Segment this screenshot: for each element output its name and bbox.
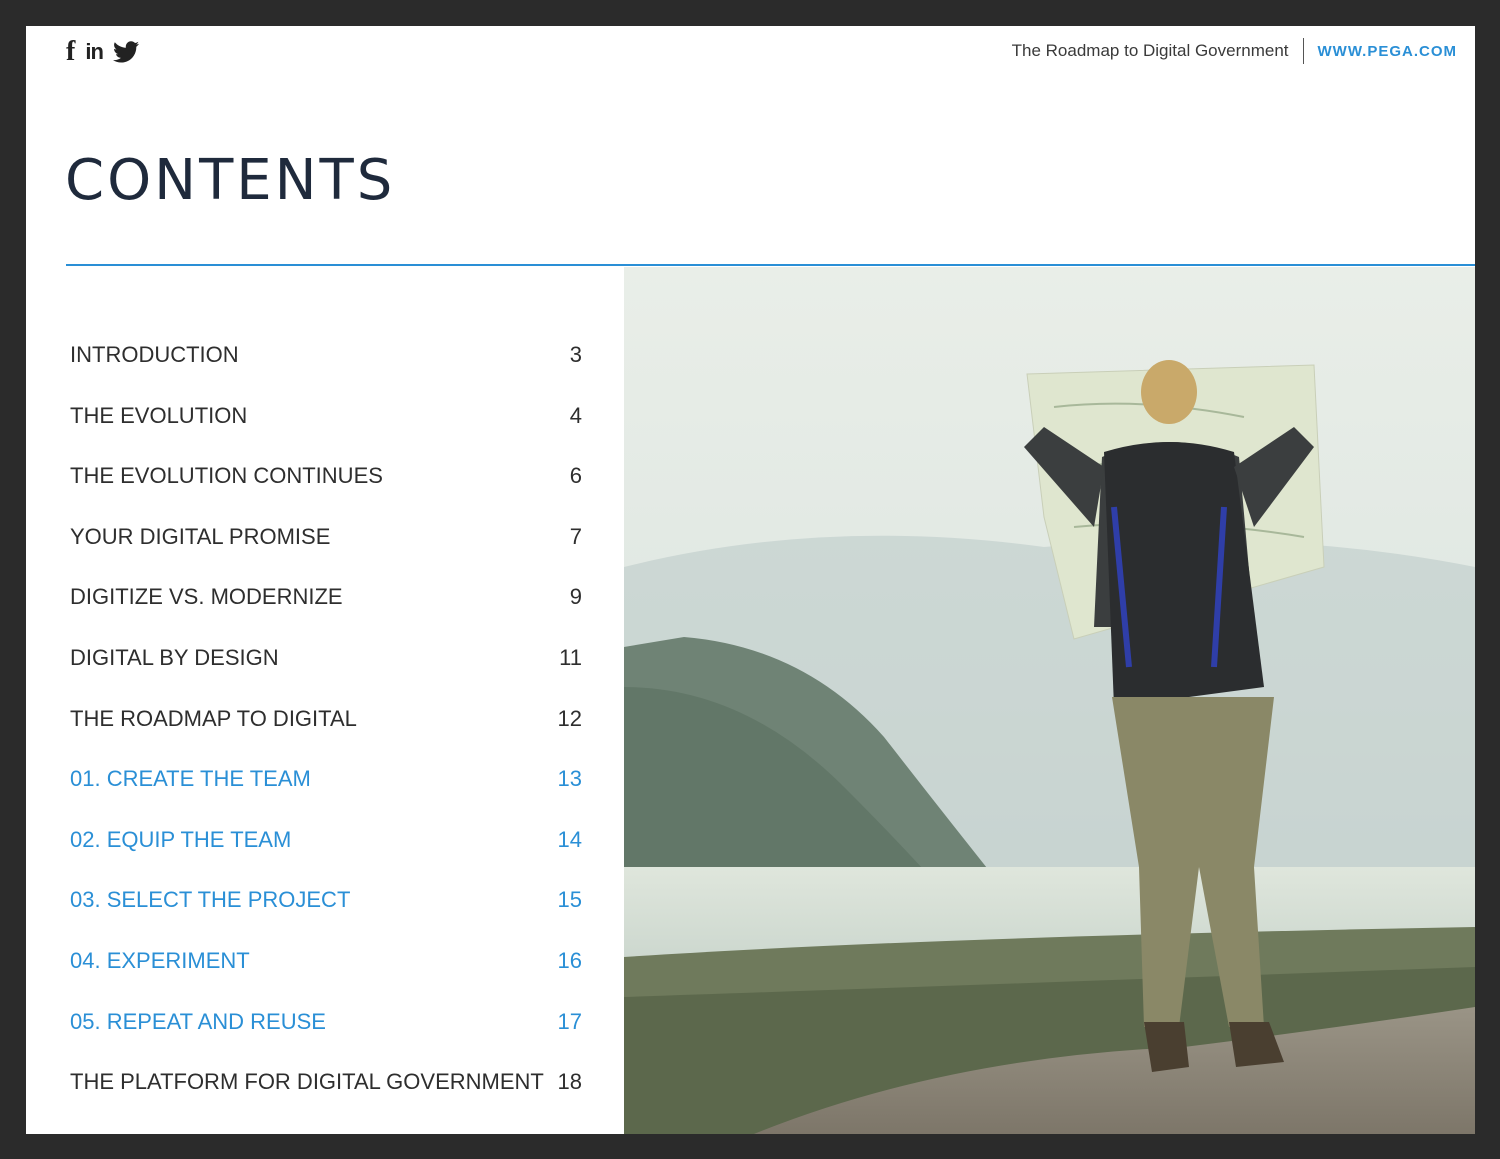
toc-item-page: 14: [557, 826, 582, 852]
toc-item[interactable]: THE PLATFORM FOR DIGITAL GOVERNMENT 18: [70, 1069, 582, 1130]
toc-item[interactable]: 03. SELECT THE PROJECT 15: [70, 887, 582, 948]
toc-item-label: INTRODUCTION: [70, 342, 239, 367]
toc-item-page: 12: [557, 705, 582, 731]
toc-item-page: 3: [569, 342, 582, 367]
toc-item-label: DIGITAL BY DESIGN: [70, 644, 279, 670]
social-links: f in: [66, 38, 139, 66]
toc-item-label: THE PLATFORM FOR DIGITAL GOVERNMENT: [70, 1069, 544, 1095]
facebook-icon[interactable]: f: [66, 38, 75, 66]
toc-item-label: 03. SELECT THE PROJECT: [70, 887, 351, 913]
toc-item[interactable]: INTRODUCTION 3: [70, 342, 582, 403]
toc-item-page: 9: [569, 584, 582, 610]
header-right: The Roadmap to Digital Government WWW.PE…: [1012, 38, 1457, 64]
toc-item-page: 18: [557, 1069, 582, 1095]
toc-item-label: 01. CREATE THE TEAM: [70, 766, 311, 792]
document-page: f in The Roadmap to Digital Government W…: [26, 26, 1475, 1134]
toc-item-label: 05. REPEAT AND REUSE: [70, 1008, 326, 1034]
toc-item[interactable]: THE EVOLUTION CONTINUES 6: [70, 463, 582, 524]
linkedin-icon[interactable]: in: [85, 38, 104, 66]
toc-item[interactable]: DIGITIZE VS. MODERNIZE 9: [70, 584, 582, 645]
toc-item-page: 15: [557, 887, 582, 913]
toc-item-label: 04. EXPERIMENT: [70, 947, 250, 973]
toc-item[interactable]: THE EVOLUTION 4: [70, 403, 582, 464]
toc-item-label: THE ROADMAP TO DIGITAL: [70, 705, 357, 731]
toc-item-label: DIGITIZE VS. MODERNIZE: [70, 584, 343, 610]
toc-item-page: 4: [569, 402, 582, 428]
toc-item-page: 13: [557, 766, 582, 792]
hiker-with-map-photo: [624, 267, 1475, 1134]
toc-item-page: 17: [557, 1008, 582, 1034]
document-title: The Roadmap to Digital Government: [1012, 38, 1304, 64]
toc-item-label: THE EVOLUTION: [70, 402, 248, 428]
toc-item[interactable]: YOUR DIGITAL PROMISE 7: [70, 524, 582, 585]
divider-rule: [66, 264, 1475, 266]
toc-item[interactable]: 04. EXPERIMENT 16: [70, 948, 582, 1009]
toc-item[interactable]: 05. REPEAT AND REUSE 17: [70, 1009, 582, 1070]
twitter-icon[interactable]: [112, 41, 139, 63]
toc-item[interactable]: 02. EQUIP THE TEAM 14: [70, 827, 582, 888]
toc-item-page: 11: [559, 644, 582, 670]
toc-item-page: 6: [569, 463, 582, 489]
toc-item-label: 02. EQUIP THE TEAM: [70, 826, 292, 852]
toc-item-label: THE EVOLUTION CONTINUES: [70, 463, 383, 489]
toc-item-label: YOUR DIGITAL PROMISE: [70, 523, 331, 549]
toc-item-page: 16: [557, 947, 582, 973]
website-link[interactable]: WWW.PEGA.COM: [1304, 43, 1458, 60]
toc-item[interactable]: THE ROADMAP TO DIGITAL 12: [70, 706, 582, 767]
table-of-contents: INTRODUCTION 3 THE EVOLUTION 4 THE EVOLUTION…: [70, 342, 582, 1130]
toc-item[interactable]: 01. CREATE THE TEAM 13: [70, 766, 582, 827]
toc-item-page: 7: [569, 523, 582, 549]
page-title: CONTENTS: [65, 148, 396, 213]
toc-item[interactable]: DIGITAL BY DESIGN 11: [70, 645, 582, 706]
